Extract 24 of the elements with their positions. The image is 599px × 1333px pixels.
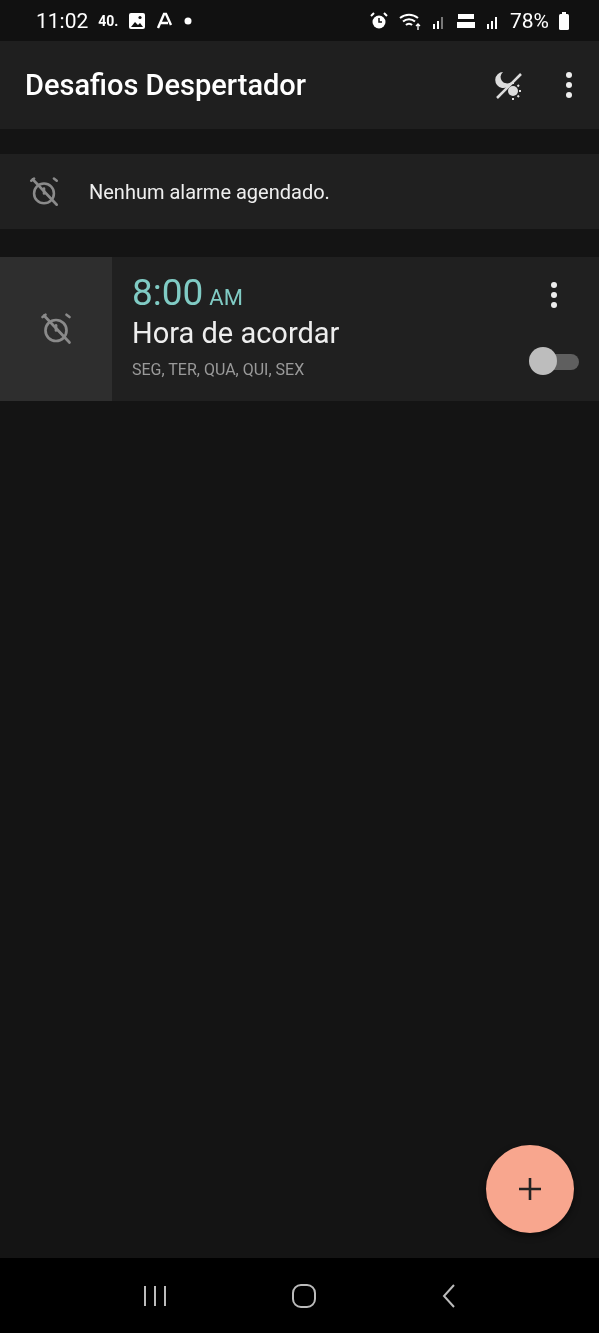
plus-icon: [517, 1176, 543, 1202]
recent-apps-icon: [141, 1284, 168, 1307]
letter-a-icon: [156, 11, 175, 30]
more-vertical-icon: [550, 281, 558, 309]
alarm-clock-icon: [370, 11, 388, 30]
alarm-off-icon: [27, 174, 61, 209]
more-vertical-icon: [565, 71, 573, 99]
alarm-toggle[interactable]: [529, 347, 579, 375]
app-title: Desafios Despertador: [25, 68, 308, 102]
alarm-period: AM: [209, 285, 243, 310]
alarm-days: SEG, TER, QUA, QUI, SEX: [132, 360, 509, 379]
image-icon: [128, 11, 147, 30]
alarm-off-icon: [38, 311, 74, 347]
battery-percent: 78%: [510, 8, 549, 33]
alarm-time: 8:00: [132, 271, 204, 314]
status-time: 11:02: [36, 8, 89, 33]
notification-count: 40.: [98, 12, 119, 29]
wifi-icon: [398, 11, 422, 30]
home-icon: [291, 1282, 318, 1309]
battery-icon: [559, 11, 569, 30]
back-icon: [441, 1282, 458, 1309]
dot-icon: [184, 16, 193, 25]
no-alarm-message: Nenhum alarme agendado.: [89, 179, 330, 204]
alarm-label: Hora de acordar: [132, 316, 341, 350]
